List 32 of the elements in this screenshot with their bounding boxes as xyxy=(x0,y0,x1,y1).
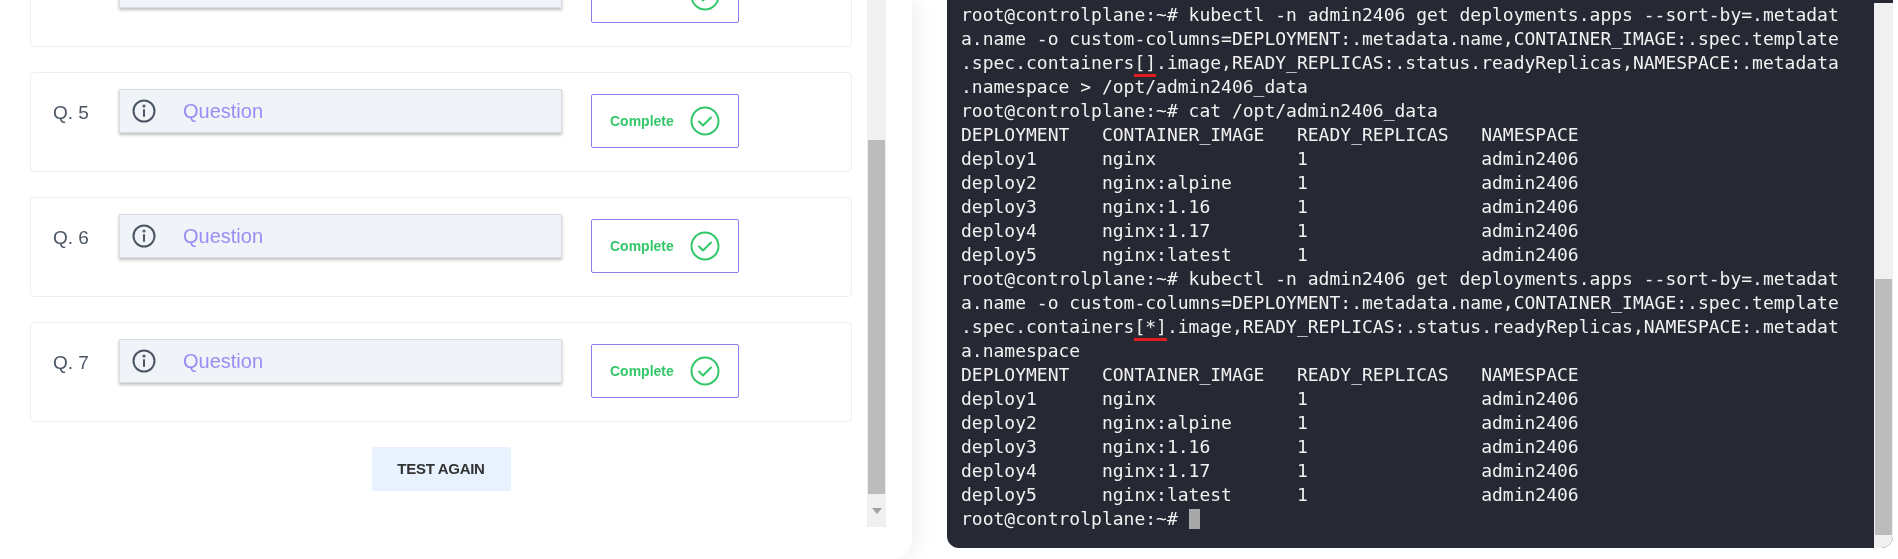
terminal-line: deploy3 nginx:1.16 1 admin2406 xyxy=(961,195,1580,219)
terminal-line: deploy5 nginx:latest 1 admin2406 xyxy=(961,243,1580,267)
test-again-button[interactable]: TEST AGAIN xyxy=(371,447,511,491)
question-field[interactable]: Question xyxy=(119,89,562,133)
terminal-line: .spec.containers[].image,READY_REPLICAS:.status.readyReplicas,NAMESPACE:.metadata xyxy=(961,51,1874,75)
question-number: Q. 7 xyxy=(53,352,89,373)
terminal-line: deploy4 nginx:1.17 1 admin2406 xyxy=(961,459,1580,483)
terminal-line: .spec.containers[*].image,READY_REPLICAS:.status.readyReplicas,NAMESPACE:.metadat xyxy=(961,315,1874,339)
terminal-line: root@controlplane:~# kubectl -n admin2406 get deployments.apps --sort-by=.metadat xyxy=(961,267,1840,291)
terminal-line: deploy2 nginx:alpine 1 admin2406 xyxy=(961,171,1580,195)
terminal-line: DEPLOYMENT CONTAINER_IMAGE READY_REPLICAS NAMESPACE xyxy=(961,363,1580,387)
terminal-line: a.name -o custom-columns=DEPLOYMENT:.metadata.name,CONTAINER_IMAGE:.spec.template xyxy=(961,291,1840,315)
terminal-line: DEPLOYMENT CONTAINER_IMAGE READY_REPLICAS NAMESPACE xyxy=(961,123,1580,147)
terminal-line: deploy2 nginx:alpine 1 admin2406 xyxy=(961,411,1580,435)
terminal-line: .namespace > /opt/admin2406_data xyxy=(961,75,1309,99)
complete-button[interactable]: Complete xyxy=(591,219,739,273)
question-field[interactable]: Question xyxy=(119,214,562,258)
terminal-line: root@controlplane:~# kubectl -n admin2406 get deployments.apps --sort-by=.metadat xyxy=(961,3,1840,27)
complete-button[interactable]: Complete xyxy=(591,94,739,148)
terminal-line: deploy5 nginx:latest 1 admin2406 xyxy=(961,483,1580,507)
terminal-line: deploy1 nginx 1 admin2406 xyxy=(961,387,1580,411)
terminal-line: root@controlplane:~# cat /opt/admin2406_data xyxy=(961,99,1439,123)
terminal-line: deploy1 nginx 1 admin2406 xyxy=(961,147,1580,171)
question-field[interactable]: Question xyxy=(119,339,562,383)
question-number: Q. 5 xyxy=(53,102,89,123)
question-number: Q. 6 xyxy=(53,227,89,248)
terminal-prompt: root@controlplane:~# xyxy=(961,507,1178,531)
terminal-line: deploy3 nginx:1.16 1 admin2406 xyxy=(961,435,1580,459)
complete-button[interactable]: Complete xyxy=(591,344,739,398)
terminal-line: a.name -o custom-columns=DEPLOYMENT:.metadata.name,CONTAINER_IMAGE:.spec.template xyxy=(961,27,1840,51)
terminal-line: a.namespace xyxy=(961,339,1082,363)
terminal-line: deploy4 nginx:1.17 1 admin2406 xyxy=(961,219,1580,243)
